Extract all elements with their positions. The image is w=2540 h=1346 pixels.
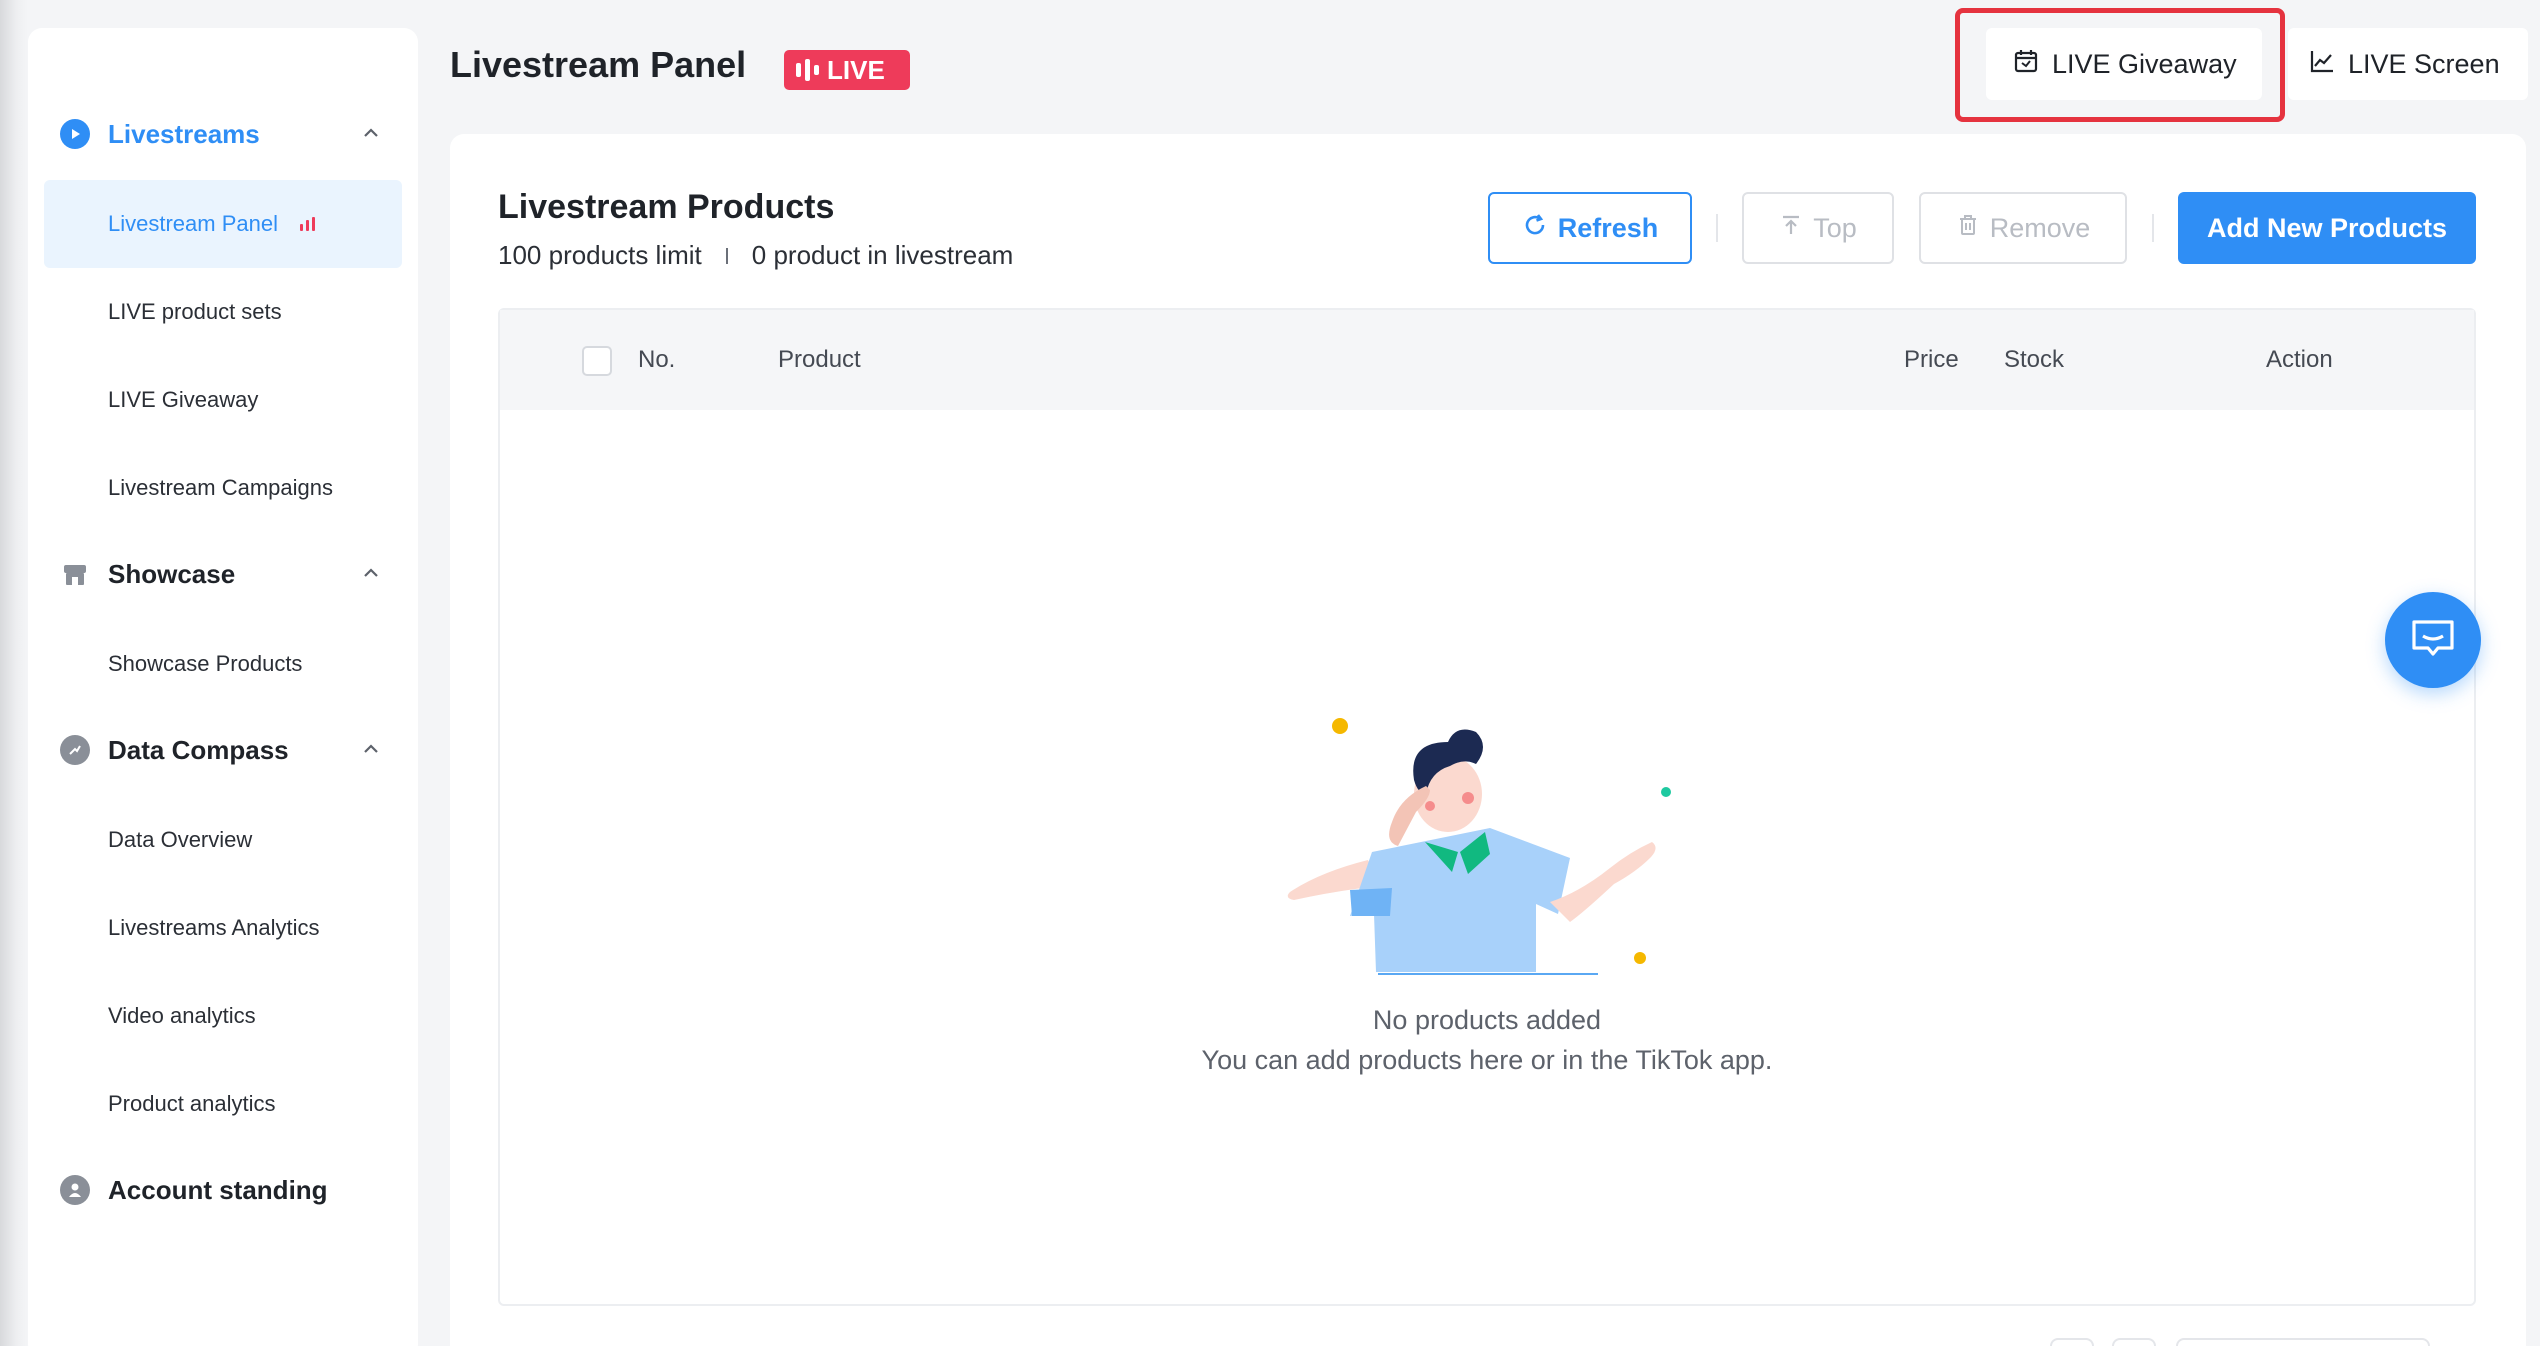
pagination-next[interactable] xyxy=(2112,1338,2156,1346)
product-count-text: 0 product in livestream xyxy=(751,240,1014,270)
trash-icon xyxy=(1956,213,1980,244)
empty-state-message: No products added You can add products h… xyxy=(1200,1000,1774,1080)
product-limit-line: 100 products limit 0 product in livestre… xyxy=(498,240,1013,271)
sidebar-group-livestreams[interactable]: Livestreams xyxy=(44,102,402,166)
column-header-price: Price xyxy=(1904,346,1959,373)
refresh-label: Refresh xyxy=(1557,212,1659,243)
sidebar-item-livestreams-analytics[interactable]: Livestreams Analytics xyxy=(44,884,402,972)
select-all-checkbox[interactable] xyxy=(582,346,612,376)
sidebar-item-label: Video analytics xyxy=(108,1003,256,1028)
sidebar-item-label: LIVE Giveaway xyxy=(108,387,259,412)
empty-state-illustration xyxy=(1287,718,1671,975)
section-title: Livestream Products xyxy=(498,188,835,226)
remove-button[interactable]: Remove xyxy=(1919,192,2127,264)
sidebar: Livestreams Livestream Panel LIVE produc… xyxy=(28,28,418,1346)
sidebar-item-live-product-sets[interactable]: LIVE product sets xyxy=(44,268,402,356)
divider xyxy=(725,247,728,264)
user-shield-icon xyxy=(60,1175,90,1205)
sidebar-item-data-overview[interactable]: Data Overview xyxy=(44,796,402,884)
page-title: Livestream Panel xyxy=(450,44,747,85)
divider xyxy=(2152,214,2154,242)
sidebar-group-data-compass[interactable]: Data Compass xyxy=(44,718,402,782)
sidebar-group-label: Data Compass xyxy=(108,734,289,765)
empty-state-description: You can add products here or in the TikT… xyxy=(1201,1045,1773,1075)
refresh-button[interactable]: Refresh xyxy=(1488,192,1692,264)
sidebar-item-label: Data Overview xyxy=(108,827,253,852)
live-screen-button[interactable]: LIVE Screen xyxy=(2288,28,2528,100)
sidebar-item-label: Product analytics xyxy=(108,1091,276,1116)
play-circle-icon xyxy=(60,119,90,149)
sidebar-item-label: LIVE product sets xyxy=(108,299,282,324)
sidebar-item-product-analytics[interactable]: Product analytics xyxy=(44,1060,402,1148)
chevron-up-icon xyxy=(360,122,382,149)
remove-label: Remove xyxy=(1989,212,2091,243)
sidebar-group-account-standing[interactable]: Account standing xyxy=(44,1158,402,1222)
sidebar-item-showcase-products[interactable]: Showcase Products xyxy=(44,620,402,708)
sidebar-item-label: Livestreams Analytics xyxy=(108,915,320,940)
sidebar-item-label: Livestream Campaigns xyxy=(108,475,333,500)
sidebar-item-livestream-campaigns[interactable]: Livestream Campaigns xyxy=(44,444,402,532)
live-screen-label: LIVE Screen xyxy=(2348,48,2500,79)
pin-top-icon xyxy=(1779,213,1803,244)
sidebar-item-livestream-panel[interactable]: Livestream Panel xyxy=(44,180,402,268)
chevron-up-icon xyxy=(360,562,382,589)
live-bars-icon xyxy=(299,217,315,231)
highlight-annotation xyxy=(1955,8,2285,122)
live-badge-label: LIVE xyxy=(827,54,885,85)
table-header: No. Product Price Stock Action xyxy=(500,310,2474,410)
column-header-no: No. xyxy=(638,346,676,373)
sidebar-item-label: Livestream Panel xyxy=(108,211,278,236)
pagination-prev[interactable] xyxy=(2050,1338,2094,1346)
product-limit-text: 100 products limit xyxy=(498,240,702,270)
chevron-up-icon xyxy=(360,738,382,765)
sidebar-item-live-giveaway[interactable]: LIVE Giveaway xyxy=(44,356,402,444)
live-status-badge: LIVE xyxy=(784,50,910,90)
chat-bubble-icon xyxy=(2410,618,2456,663)
page-size-select[interactable] xyxy=(2176,1338,2430,1346)
column-header-product: Product xyxy=(778,346,861,373)
products-table: No. Product Price Stock Action No produc… xyxy=(498,308,2476,1306)
column-header-stock: Stock xyxy=(2004,346,2065,373)
line-chart-icon xyxy=(2308,47,2336,82)
sidebar-item-label: Showcase Products xyxy=(108,651,303,676)
column-header-action: Action xyxy=(2266,346,2333,373)
chat-support-button[interactable] xyxy=(2385,592,2481,688)
live-bars-icon xyxy=(796,59,819,81)
refresh-icon xyxy=(1522,212,1548,245)
divider xyxy=(1716,214,1718,242)
store-icon xyxy=(60,559,90,589)
sidebar-item-video-analytics[interactable]: Video analytics xyxy=(44,972,402,1060)
sidebar-group-showcase[interactable]: Showcase xyxy=(44,542,402,606)
add-products-label: Add New Products xyxy=(2206,212,2448,243)
sidebar-group-label: Account standing xyxy=(108,1174,328,1205)
compass-icon xyxy=(60,735,90,765)
add-new-products-button[interactable]: Add New Products xyxy=(2178,192,2476,264)
sidebar-group-label: Livestreams xyxy=(108,118,260,149)
top-button[interactable]: Top xyxy=(1742,192,1894,264)
window-edge-shadow xyxy=(0,0,28,1346)
sidebar-group-label: Showcase xyxy=(108,558,236,589)
top-label: Top xyxy=(1813,212,1857,243)
empty-state-title: No products added xyxy=(1372,1005,1602,1035)
